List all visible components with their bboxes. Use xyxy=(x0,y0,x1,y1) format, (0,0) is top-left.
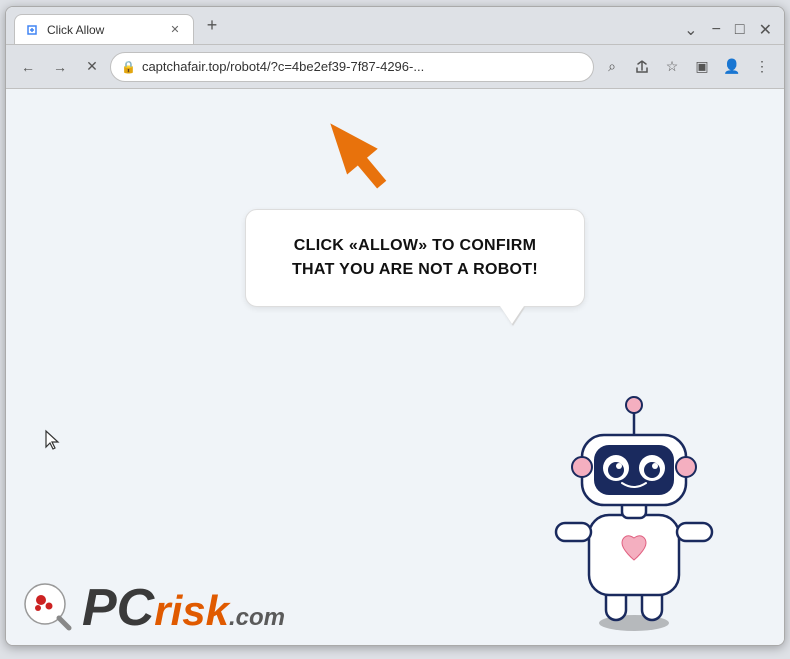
pcrisk-logo: PC risk .com xyxy=(21,580,285,635)
address-text: captchafair.top/robot4/?c=4be2ef39-7f87-… xyxy=(142,59,583,74)
sidebar-button[interactable]: ▣ xyxy=(688,53,716,81)
speech-bubble: CLICK «ALLOW» TO CONFIRM THAT YOU ARE NO… xyxy=(245,209,585,307)
chevron-down-icon: ⌄ xyxy=(680,20,701,40)
bookmark-button[interactable]: ☆ xyxy=(658,53,686,81)
minimize-button[interactable]: − xyxy=(708,21,725,39)
tab-favicon xyxy=(25,23,39,37)
mouse-cursor xyxy=(44,429,62,457)
address-bar[interactable]: 🔒 captchafair.top/robot4/?c=4be2ef39-7f8… xyxy=(110,52,594,82)
profile-button[interactable]: 👤 xyxy=(718,53,746,81)
nav-actions: ⌕ ☆ ▣ 👤 ⋮ xyxy=(598,53,776,81)
close-window-button[interactable]: ✕ xyxy=(755,20,776,40)
menu-button[interactable]: ⋮ xyxy=(748,53,776,81)
arrow-indicator xyxy=(316,109,396,204)
bubble-message: CLICK «ALLOW» TO CONFIRM THAT YOU ARE NO… xyxy=(274,234,556,282)
robot-image xyxy=(534,375,734,635)
search-button[interactable]: ⌕ xyxy=(598,53,626,81)
reload-button[interactable]: ✕ xyxy=(78,53,106,81)
risk-text: risk xyxy=(154,590,229,632)
forward-button[interactable]: → xyxy=(46,53,74,81)
content-section: CLICK «ALLOW» TO CONFIRM THAT YOU ARE NO… xyxy=(86,209,744,307)
window-controls: ⌄ − □ ✕ xyxy=(680,20,776,44)
share-button[interactable] xyxy=(628,53,656,81)
browser-window: Click Allow ✕ + ⌄ − □ ✕ ← → ✕ 🔒 captchaf… xyxy=(5,6,785,646)
lock-icon: 🔒 xyxy=(121,60,136,74)
title-bar: Click Allow ✕ + ⌄ − □ ✕ xyxy=(6,7,784,45)
com-text: .com xyxy=(229,606,285,630)
pc-text: PC xyxy=(82,582,154,634)
new-tab-button[interactable]: + xyxy=(198,12,226,40)
nav-bar: ← → ✕ 🔒 captchafair.top/robot4/?c=4be2ef… xyxy=(6,45,784,89)
tab-title: Click Allow xyxy=(47,23,159,37)
page-content: CLICK «ALLOW» TO CONFIRM THAT YOU ARE NO… xyxy=(6,89,784,645)
tab-close-button[interactable]: ✕ xyxy=(167,22,183,38)
back-button[interactable]: ← xyxy=(14,53,42,81)
maximize-button[interactable]: □ xyxy=(731,21,749,39)
browser-tab[interactable]: Click Allow ✕ xyxy=(14,14,194,44)
